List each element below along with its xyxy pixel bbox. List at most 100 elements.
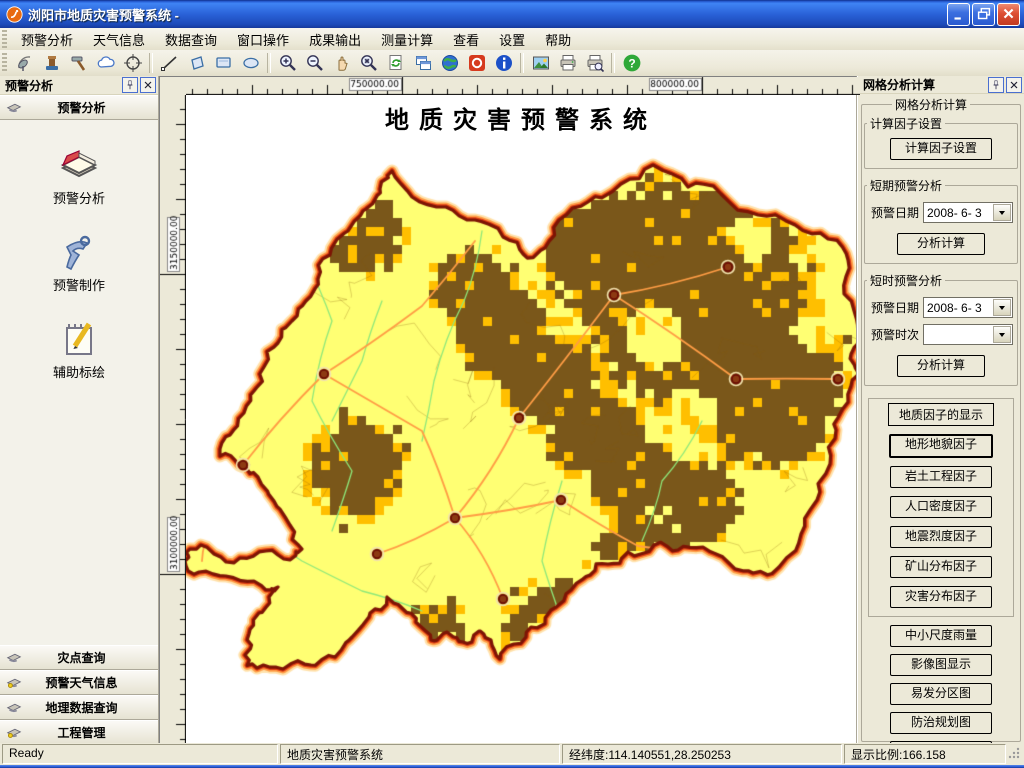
toolbar-button-rectangle-icon[interactable] xyxy=(210,51,237,75)
short-time-date-combo[interactable]: 2008- 6- 3 xyxy=(923,297,1013,318)
toolbar-button-line-icon[interactable] xyxy=(156,51,183,75)
print-icon xyxy=(558,53,578,73)
short-time-analyze-button[interactable]: 分析计算 xyxy=(897,355,985,377)
tool-item-辅助标绘[interactable]: 辅助标绘 xyxy=(53,318,105,381)
status-cell-1: 地质灾害预警系统 xyxy=(280,744,560,764)
toolbar-button-info-icon[interactable] xyxy=(490,51,517,75)
menu-item-帮助[interactable]: 帮助 xyxy=(535,28,581,51)
pin-icon[interactable] xyxy=(988,77,1004,93)
resize-grip[interactable] xyxy=(1008,746,1021,762)
toolbar-button-stamp-icon[interactable] xyxy=(38,51,65,75)
restore-button[interactable] xyxy=(972,3,995,26)
tool-item-label: 预警分析 xyxy=(53,188,105,207)
pin-icon[interactable] xyxy=(122,77,138,93)
toolbar-button-ellipse-icon[interactable] xyxy=(237,51,264,75)
short-term-date-combo[interactable]: 2008- 6- 3 xyxy=(923,202,1013,223)
chevron-down-icon[interactable] xyxy=(993,299,1011,316)
factor-button-矿山分布因子[interactable]: 矿山分布因子 xyxy=(890,556,992,578)
toolbar-button-globe-icon[interactable] xyxy=(436,51,463,75)
title-bar: 浏阳市地质灾害预警系统 - xyxy=(0,0,1024,28)
menu-item-测量计算[interactable]: 测量计算 xyxy=(371,28,443,51)
close-button[interactable] xyxy=(997,3,1020,26)
toolbar-button-help-icon[interactable]: ? xyxy=(618,51,645,75)
notepad-icon xyxy=(59,318,99,358)
menu-item-天气信息[interactable]: 天气信息 xyxy=(83,28,155,51)
short-time-period-combo[interactable] xyxy=(923,324,1013,345)
map-layer-button-防治规划图[interactable]: 防治规划图 xyxy=(890,712,992,734)
toolbar-button-zoom-out-icon[interactable] xyxy=(301,51,328,75)
pin-icon xyxy=(124,79,136,91)
factor-button-地震烈度因子[interactable]: 地震烈度因子 xyxy=(890,526,992,548)
menu-grip[interactable] xyxy=(2,30,7,48)
toolbar-grip[interactable] xyxy=(2,53,7,74)
toolbar-button-pan-hand-icon[interactable] xyxy=(328,51,355,75)
bottom-bar-label: 地理数据查询 xyxy=(27,699,136,716)
map-layer-button-中小尺度雨量[interactable]: 中小尺度雨量 xyxy=(890,625,992,647)
toolbar-button-refresh-page-icon[interactable] xyxy=(382,51,409,75)
pan-hand-icon xyxy=(332,53,352,73)
map-layer-button-影像图显示[interactable]: 影像图显示 xyxy=(890,654,992,676)
menu-item-成果输出[interactable]: 成果输出 xyxy=(299,28,371,51)
toolbar-button-stop-icon[interactable] xyxy=(463,51,490,75)
factor-settings-button[interactable]: 计算因子设置 xyxy=(890,138,992,160)
short-time-period-label: 预警时次 xyxy=(871,326,923,343)
short-time-group: 短时预警分析 预警日期 2008- 6- 3 预警时次 xyxy=(864,272,1018,386)
map-canvas[interactable] xyxy=(186,95,856,744)
toolbar-button-cascade-windows-icon[interactable] xyxy=(409,51,436,75)
toolbar-button-zoom-extent-icon[interactable] xyxy=(355,51,382,75)
section-bar-warning-analysis[interactable]: 预警分析 xyxy=(0,95,158,120)
close-glyph-icon xyxy=(142,79,154,91)
chevron-down-icon[interactable] xyxy=(993,204,1011,221)
toolbar-button-print-preview-icon[interactable] xyxy=(581,51,608,75)
close-white-icon xyxy=(1000,5,1018,23)
short-term-analyze-button[interactable]: 分析计算 xyxy=(897,233,985,255)
toolbar-button-zoom-in-icon[interactable] xyxy=(274,51,301,75)
short-time-date-label: 预警日期 xyxy=(871,299,923,316)
toolbar-button-hammer-icon[interactable] xyxy=(65,51,92,75)
map-layer-button-易发分区图[interactable]: 易发分区图 xyxy=(890,683,992,705)
toolbar-button-cloud-icon[interactable] xyxy=(92,51,119,75)
bottom-bar-地理数据查询[interactable]: 地理数据查询 xyxy=(0,695,158,720)
grid-analysis-group-title: 网格分析计算 xyxy=(892,96,970,113)
image-icon xyxy=(531,53,551,73)
toolbar-button-polygon-icon[interactable] xyxy=(183,51,210,75)
menu-item-窗口操作[interactable]: 窗口操作 xyxy=(227,28,299,51)
toolbar-button-image-icon[interactable] xyxy=(527,51,554,75)
status-bar: Ready地质灾害预警系统经纬度:114.140551,28.250253显示比… xyxy=(0,743,1024,765)
short-term-group: 短期预警分析 预警日期 2008- 6- 3 分析计算 xyxy=(864,177,1018,264)
hand-card-icon xyxy=(5,697,23,715)
left-panel-title: 预警分析 xyxy=(5,77,120,94)
menu-item-数据查询[interactable]: 数据查询 xyxy=(155,28,227,51)
section-bar-label: 预警分析 xyxy=(27,99,136,116)
bottom-bar-灾点查询[interactable]: 灾点查询 xyxy=(0,645,158,670)
bottom-bar-工程管理[interactable]: 工程管理 xyxy=(0,720,158,745)
menu-item-预警分析[interactable]: 预警分析 xyxy=(11,28,83,51)
hand-card-icon xyxy=(5,647,23,665)
bottom-bar-label: 灾点查询 xyxy=(27,649,136,666)
svg-text:?: ? xyxy=(628,56,635,70)
toolbar-button-radar-icon[interactable] xyxy=(11,51,38,75)
factor-button-人口密度因子[interactable]: 人口密度因子 xyxy=(890,496,992,518)
minimize-button[interactable] xyxy=(947,3,970,26)
factor-button-岩土工程因子[interactable]: 岩土工程因子 xyxy=(890,466,992,488)
restore-glyph-icon xyxy=(975,5,993,23)
toolbar-button-crosshair-icon[interactable] xyxy=(119,51,146,75)
tool-item-预警制作[interactable]: 预警制作 xyxy=(53,231,105,294)
bottom-bar-预警天气信息[interactable]: 预警天气信息 xyxy=(0,670,158,695)
tool-item-label: 预警制作 xyxy=(53,275,105,294)
menu-item-查看[interactable]: 查看 xyxy=(443,28,489,51)
factor-button-地形地貌因子[interactable]: 地形地貌因子 xyxy=(889,434,993,458)
map-viewport[interactable]: 地质灾害预警系统 xyxy=(186,95,856,744)
toolbar: ? xyxy=(0,50,1024,77)
close-icon[interactable] xyxy=(140,77,156,93)
menu-item-设置[interactable]: 设置 xyxy=(489,28,535,51)
chevron-down-icon[interactable] xyxy=(993,326,1011,343)
ruler-horizontal xyxy=(186,77,856,95)
close-icon[interactable] xyxy=(1006,77,1022,93)
toolbar-button-print-icon[interactable] xyxy=(554,51,581,75)
app-window: 浏阳市地质灾害预警系统 - 预警分析天气信息数据查询窗口操作成果输出测量计算查看… xyxy=(0,0,1024,768)
short-term-date-value: 2008- 6- 3 xyxy=(924,206,993,220)
factor-button-灾害分布因子[interactable]: 灾害分布因子 xyxy=(890,586,992,608)
tool-item-预警分析[interactable]: 预警分析 xyxy=(53,144,105,207)
geo-factor-display-group: 地质因子的显示 地形地貌因子岩土工程因子人口密度因子地震烈度因子矿山分布因子灾害… xyxy=(868,398,1014,617)
